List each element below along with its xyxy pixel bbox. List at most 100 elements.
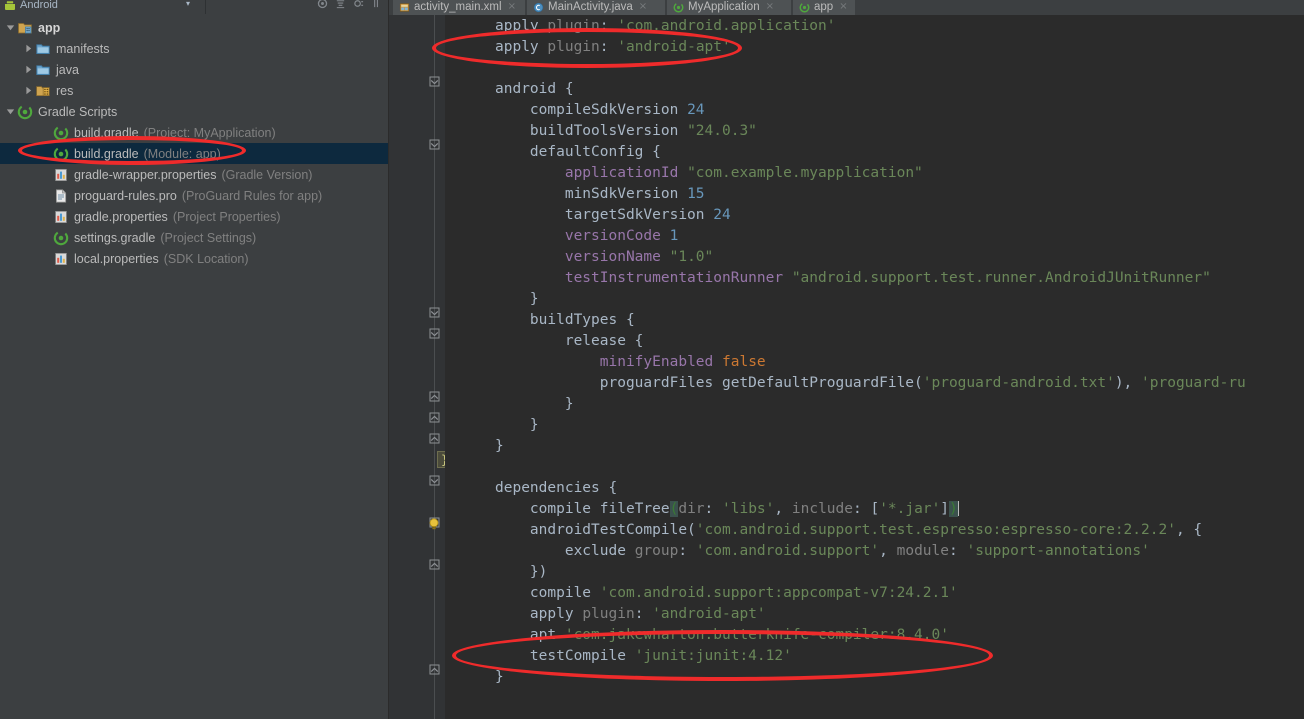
close-icon[interactable]: × — [839, 1, 847, 12]
tree-row-java[interactable]: java — [0, 59, 388, 80]
settings-icon[interactable] — [353, 0, 364, 9]
code-token: 'com.android.support' — [695, 543, 880, 559]
code-token: buildToolsVersion — [495, 123, 688, 139]
tree-row-subtitle: (Module: app) — [143, 146, 221, 161]
tree-row-local-properties[interactable]: local.properties (SDK Location) — [0, 248, 388, 269]
fold-expanded-icon[interactable] — [428, 138, 441, 151]
fold-collapsed-icon[interactable] — [428, 558, 441, 571]
code-line: }) — [495, 562, 547, 583]
tree-row-gradle-scripts[interactable]: Gradle Scripts — [0, 101, 388, 122]
fold-collapsed-icon[interactable] — [428, 411, 441, 424]
code-token: apply — [495, 39, 548, 55]
tree-row-app[interactable]: app — [0, 17, 388, 38]
editor-tab-bar[interactable]: activity_main.xml × MainActivity.java × MyAp… — [389, 0, 1304, 15]
tree-row-manifests[interactable]: manifests — [0, 38, 388, 59]
code-line: buildTypes { — [495, 310, 635, 331]
tree-row-build-gradle[interactable]: build.gradle (Module: app) — [0, 143, 388, 164]
fold-collapsed-icon[interactable] — [428, 432, 441, 445]
project-tool-window: Android ▾ app manifests java res Gradle Sc — [0, 0, 389, 719]
tree-row-proguard-rules-pro[interactable]: proguard-rules.pro (ProGuard Rules for ap… — [0, 185, 388, 206]
code-line: } — [495, 394, 574, 415]
tree-row-subtitle: (Project Settings) — [160, 230, 257, 245]
code-token: ), — [1114, 375, 1142, 391]
tree-row-label: manifests — [56, 41, 110, 56]
editor-tab-myapplication[interactable]: MyApplication × — [667, 0, 791, 15]
code-token: plugin — [582, 606, 635, 622]
code-token: "android.support.test.runner.AndroidJUni… — [791, 270, 1211, 286]
editor-gutter[interactable]: } — [389, 15, 453, 719]
code-token: module — [896, 543, 949, 559]
code-token: apt — [495, 627, 565, 643]
fold-expanded-icon[interactable] — [428, 327, 441, 340]
code-editor[interactable]: apply plugin: 'com.android.application' a… — [445, 15, 1304, 719]
sync-icon[interactable] — [317, 0, 328, 9]
code-line: compile fileTree(dir: 'libs', include: [… — [495, 499, 959, 520]
code-line: } — [495, 289, 539, 310]
code-token: 'android-apt' — [652, 606, 766, 622]
code-token: 'android-apt' — [617, 39, 731, 55]
code-token: : — [634, 606, 653, 622]
code-line: compileSdkVersion 24 — [495, 100, 705, 121]
code-token: } — [495, 438, 504, 454]
tree-row-gradle-wrapper-properties[interactable]: gradle-wrapper.properties (Gradle Version… — [0, 164, 388, 185]
code-line: versionCode 1 — [495, 226, 679, 247]
editor-tab-app[interactable]: app × — [793, 0, 855, 15]
code-token: apply — [495, 606, 583, 622]
code-token: release { — [495, 333, 644, 349]
tree-row-settings-gradle[interactable]: settings.gradle (Project Settings) — [0, 227, 388, 248]
code-token: , { — [1175, 522, 1203, 538]
code-line: release { — [495, 331, 644, 352]
close-icon[interactable]: × — [639, 1, 647, 12]
folder-icon — [35, 62, 51, 78]
fold-collapsed-icon[interactable] — [428, 390, 441, 403]
code-line: testCompile 'junit:junit:4.12' — [495, 646, 792, 667]
tree-row-build-gradle[interactable]: build.gradle (Project: MyApplication) — [0, 122, 388, 143]
editor-tab-activity-main-xml[interactable]: activity_main.xml × — [393, 0, 525, 15]
tree-row-res[interactable]: res — [0, 80, 388, 101]
project-tree[interactable]: app manifests java res Gradle Scripts build.g… — [0, 14, 388, 719]
chevron-down-icon[interactable]: ▾ — [186, 0, 190, 8]
tree-row-label: build.gradle — [74, 146, 139, 161]
code-token: '*.jar' — [879, 501, 941, 517]
code-line: applicationId "com.example.myapplication… — [495, 163, 923, 184]
code-token: } — [495, 396, 574, 412]
tree-row-label: build.gradle — [74, 125, 139, 140]
tree-row-label: Gradle Scripts — [38, 104, 118, 119]
chevron-right-icon[interactable] — [22, 59, 35, 80]
code-token: plugin — [547, 18, 600, 34]
collapse-all-icon[interactable] — [335, 0, 346, 9]
code-line: versionName "1.0" — [495, 247, 713, 268]
code-line: apt 'com.jakewharton:butterknife-compile… — [495, 625, 949, 646]
code-token: : — [599, 18, 618, 34]
close-icon[interactable]: × — [766, 1, 774, 12]
intention-bulb-icon[interactable] — [427, 516, 441, 530]
editor-tab-label: MainActivity.java — [548, 0, 633, 13]
tree-row-gradle-properties[interactable]: gradle.properties (Project Properties) — [0, 206, 388, 227]
chevron-right-icon[interactable] — [22, 38, 35, 59]
fold-expanded-icon[interactable] — [428, 75, 441, 88]
editor-tab-mainactivity-java[interactable]: MainActivity.java × — [527, 0, 665, 15]
code-line: compile 'com.android.support:appcompat-v… — [495, 583, 958, 604]
chevron-down-icon[interactable] — [4, 101, 17, 122]
code-line: dependencies { — [495, 478, 617, 499]
code-line: } — [495, 667, 504, 688]
tree-row-label: gradle-wrapper.properties — [74, 167, 217, 182]
fold-expanded-icon[interactable] — [428, 474, 441, 487]
fold-expanded-icon[interactable] — [428, 306, 441, 319]
chevron-right-icon[interactable] — [22, 80, 35, 101]
chevron-down-icon[interactable] — [4, 17, 17, 38]
close-icon[interactable]: × — [508, 1, 516, 12]
fold-collapsed-icon[interactable] — [428, 663, 441, 676]
code-token: versionCode — [564, 228, 661, 244]
hide-panel-icon[interactable] — [371, 0, 382, 9]
code-token: compile — [495, 585, 600, 601]
tree-row-label: java — [56, 62, 79, 77]
code-line: proguardFiles getDefaultProguardFile('pr… — [495, 373, 1246, 394]
code-token: androidTestCompile( — [495, 522, 696, 538]
code-token: dir — [678, 501, 705, 517]
